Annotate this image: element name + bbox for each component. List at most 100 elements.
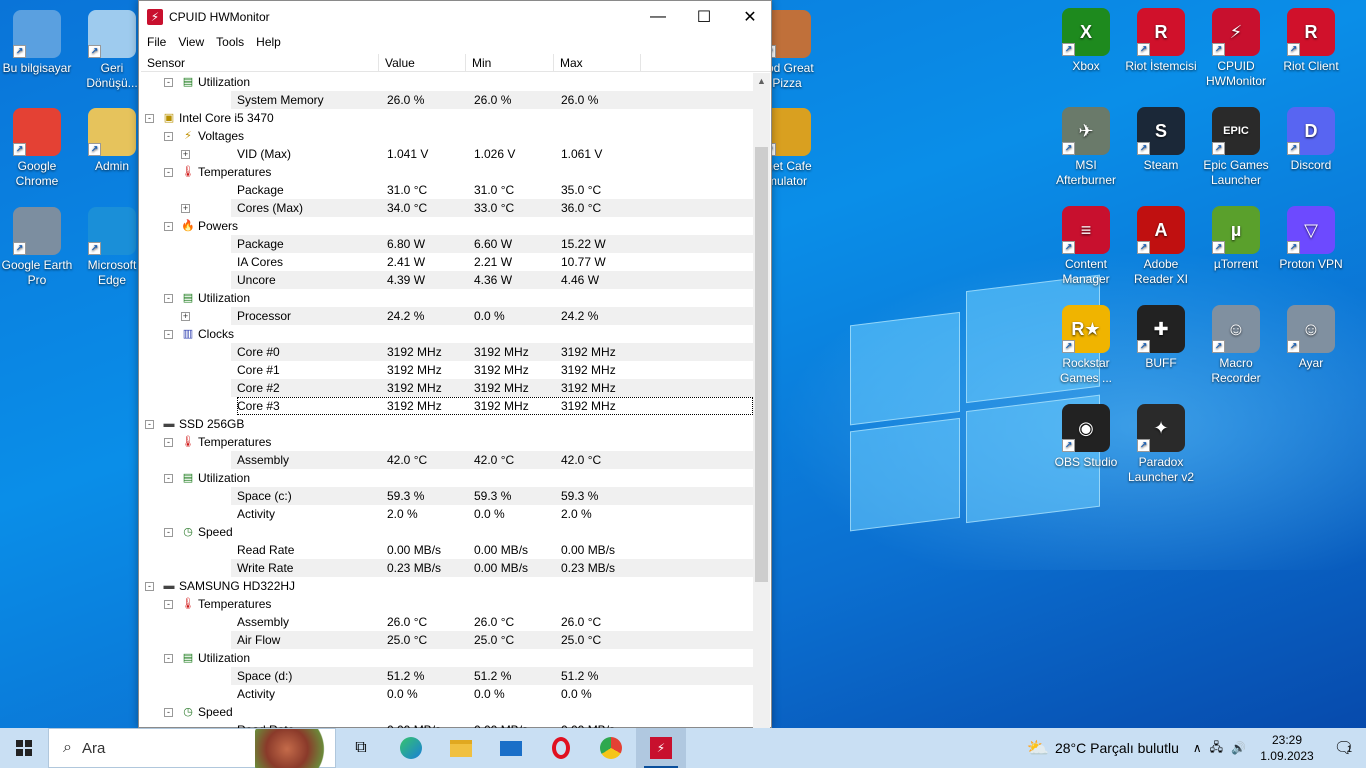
vertical-scrollbar[interactable]: ▲ — [753, 73, 770, 728]
desktop-shortcut[interactable]: ⚡ ↗ CPUID HWMonitor — [1199, 8, 1273, 89]
desktop-shortcut[interactable]: ☺ ↗ Macro Recorder — [1199, 305, 1273, 386]
category-node[interactable]: - 🌡 Temperatures — [141, 595, 755, 613]
sensor-row[interactable]: Uncore 4.39 W 4.36 W 4.46 W — [141, 271, 755, 289]
taskbar-file-explorer[interactable] — [436, 728, 486, 768]
sensor-row[interactable]: Read Rate 0.00 MB/s 0.00 MB/s 0.00 MB/s — [141, 541, 755, 559]
column-max[interactable]: Max — [554, 54, 641, 71]
network-icon[interactable]: 🖧 — [1210, 738, 1223, 759]
column-sensor[interactable]: Sensor — [141, 54, 379, 71]
category-node[interactable]: - ▤ Utilization — [141, 649, 755, 667]
sensor-row[interactable]: Read Rate 0.00 MB/s 0.00 MB/s 0.00 MB/s — [141, 721, 755, 728]
desktop-shortcut[interactable]: ◉ ↗ OBS Studio — [1049, 404, 1123, 470]
category-node[interactable]: - ◷ Speed — [141, 523, 755, 541]
collapse-toggle-icon[interactable]: - — [145, 420, 154, 429]
taskbar-chrome[interactable] — [586, 728, 636, 768]
search-box[interactable]: ⌕ Ara — [48, 728, 336, 768]
collapse-toggle-icon[interactable]: - — [164, 474, 173, 483]
collapse-toggle-icon[interactable]: - — [164, 438, 173, 447]
category-node[interactable]: - ⚡ Voltages — [141, 127, 755, 145]
column-value[interactable]: Value — [379, 54, 466, 71]
sensor-row[interactable]: Core #3 3192 MHz 3192 MHz 3192 MHz — [141, 397, 755, 415]
sensor-row[interactable]: + VID (Max) 1.041 V 1.026 V 1.061 V — [141, 145, 755, 163]
collapse-toggle-icon[interactable]: - — [145, 582, 154, 591]
expand-toggle-icon[interactable]: + — [181, 150, 190, 159]
collapse-toggle-icon[interactable]: - — [164, 654, 173, 663]
sensor-row[interactable]: Space (d:) 51.2 % 51.2 % 51.2 % — [141, 667, 755, 685]
desktop-shortcut[interactable]: R ↗ Riot Client — [1274, 8, 1348, 74]
expand-toggle-icon[interactable]: + — [181, 312, 190, 321]
menu-file[interactable]: File — [141, 35, 172, 49]
desktop-shortcut[interactable]: ✦ ↗ Paradox Launcher v2 — [1124, 404, 1198, 485]
maximize-button[interactable]: ☐ — [681, 1, 727, 32]
desktop-shortcut[interactable]: X ↗ Xbox — [1049, 8, 1123, 74]
device-node[interactable]: - ▣ Intel Core i5 3470 — [141, 109, 755, 127]
category-node[interactable]: - ▤ Utilization — [141, 289, 755, 307]
collapse-toggle-icon[interactable]: - — [164, 330, 173, 339]
expand-toggle-icon[interactable]: + — [181, 204, 190, 213]
collapse-toggle-icon[interactable]: - — [164, 294, 173, 303]
notification-button[interactable]: 🗨 1 — [1322, 738, 1366, 758]
taskbar-hwmonitor[interactable]: ⚡ — [636, 728, 686, 768]
desktop-shortcut[interactable]: ✈ ↗ MSI Afterburner — [1049, 107, 1123, 188]
sensor-row[interactable]: Write Rate 0.23 MB/s 0.00 MB/s 0.23 MB/s — [141, 559, 755, 577]
desktop-shortcut[interactable]: ↗ Google Chrome — [0, 108, 74, 189]
sensor-row[interactable]: Core #1 3192 MHz 3192 MHz 3192 MHz — [141, 361, 755, 379]
clock[interactable]: 23:29 1.09.2023 — [1252, 732, 1322, 764]
desktop-shortcut[interactable]: ▽ ↗ Proton VPN — [1274, 206, 1348, 272]
desktop-shortcut[interactable]: D ↗ Discord — [1274, 107, 1348, 173]
category-node[interactable]: - ▤ Utilization — [141, 73, 755, 91]
weather-text[interactable]: 28°C Parçalı bulutlu — [1055, 740, 1179, 756]
collapse-toggle-icon[interactable]: - — [164, 600, 173, 609]
category-node[interactable]: - ▥ Clocks — [141, 325, 755, 343]
collapse-toggle-icon[interactable]: - — [164, 78, 173, 87]
desktop-shortcut[interactable]: A ↗ Adobe Reader XI — [1124, 206, 1198, 287]
desktop-shortcut[interactable]: EPIC ↗ Epic Games Launcher — [1199, 107, 1273, 188]
desktop-shortcut[interactable]: R ↗ Riot İstemcisi — [1124, 8, 1198, 74]
sensor-row[interactable]: + Cores (Max) 34.0 °C 33.0 °C 36.0 °C — [141, 199, 755, 217]
sensor-row[interactable]: System Memory 26.0 % 26.0 % 26.0 % — [141, 91, 755, 109]
sensor-row[interactable]: Air Flow 25.0 °C 25.0 °C 25.0 °C — [141, 631, 755, 649]
close-button[interactable]: ✕ — [727, 1, 773, 32]
sensor-row[interactable]: Assembly 26.0 °C 26.0 °C 26.0 °C — [141, 613, 755, 631]
category-node[interactable]: - ◷ Speed — [141, 703, 755, 721]
sensor-row[interactable]: IA Cores 2.41 W 2.21 W 10.77 W — [141, 253, 755, 271]
title-bar[interactable]: ⚡ CPUID HWMonitor — ☐ ✕ — [139, 1, 771, 32]
menu-view[interactable]: View — [172, 35, 210, 49]
sensor-row[interactable]: Space (c:) 59.3 % 59.3 % 59.3 % — [141, 487, 755, 505]
category-node[interactable]: - 🔥 Powers — [141, 217, 755, 235]
category-node[interactable]: - 🌡 Temperatures — [141, 433, 755, 451]
desktop-shortcut[interactable]: ↗ Google Earth Pro — [0, 207, 74, 288]
start-button[interactable] — [0, 728, 48, 768]
sensor-row[interactable]: Core #2 3192 MHz 3192 MHz 3192 MHz — [141, 379, 755, 397]
collapse-toggle-icon[interactable]: - — [145, 114, 154, 123]
sensor-row[interactable]: Core #0 3192 MHz 3192 MHz 3192 MHz — [141, 343, 755, 361]
sensor-row[interactable]: Package 6.80 W 6.60 W 15.22 W — [141, 235, 755, 253]
taskbar-mail[interactable] — [486, 728, 536, 768]
category-node[interactable]: - ▤ Utilization — [141, 469, 755, 487]
collapse-toggle-icon[interactable]: - — [164, 168, 173, 177]
sensor-row[interactable]: Assembly 42.0 °C 42.0 °C 42.0 °C — [141, 451, 755, 469]
category-node[interactable]: - 🌡 Temperatures — [141, 163, 755, 181]
collapse-toggle-icon[interactable]: - — [164, 132, 173, 141]
sensor-row[interactable]: Activity 0.0 % 0.0 % 0.0 % — [141, 685, 755, 703]
desktop-shortcut[interactable]: ≡ ↗ Content Manager — [1049, 206, 1123, 287]
taskbar-edge[interactable] — [386, 728, 436, 768]
desktop-shortcut[interactable]: µ ↗ µTorrent — [1199, 206, 1273, 272]
desktop-shortcut[interactable]: ✚ ↗ BUFF — [1124, 305, 1198, 371]
sensor-tree[interactable]: - ▤ Utilization System Memory 26.0 % 26.0 % 26… — [141, 73, 755, 728]
volume-icon[interactable]: 🔊 — [1231, 741, 1246, 755]
column-min[interactable]: Min — [466, 54, 554, 71]
desktop-shortcut[interactable]: R★ ↗ Rockstar Games ... — [1049, 305, 1123, 386]
sensor-row[interactable]: + Processor 24.2 % 0.0 % 24.2 % — [141, 307, 755, 325]
sensor-row[interactable]: Package 31.0 °C 31.0 °C 35.0 °C — [141, 181, 755, 199]
desktop-shortcut[interactable]: ↗ Bu bilgisayar — [0, 10, 74, 76]
hwmonitor-window[interactable]: ⚡ CPUID HWMonitor — ☐ ✕ File View Tools … — [138, 0, 772, 728]
minimize-button[interactable]: — — [635, 1, 681, 32]
menu-tools[interactable]: Tools — [210, 35, 250, 49]
sensor-row[interactable]: Activity 2.0 % 0.0 % 2.0 % — [141, 505, 755, 523]
scroll-thumb[interactable] — [755, 147, 768, 582]
tray-overflow-chevron-icon[interactable]: ∧ — [1193, 741, 1202, 755]
collapse-toggle-icon[interactable]: - — [164, 528, 173, 537]
collapse-toggle-icon[interactable]: - — [164, 708, 173, 717]
task-view-button[interactable]: ⧉ — [336, 728, 386, 768]
